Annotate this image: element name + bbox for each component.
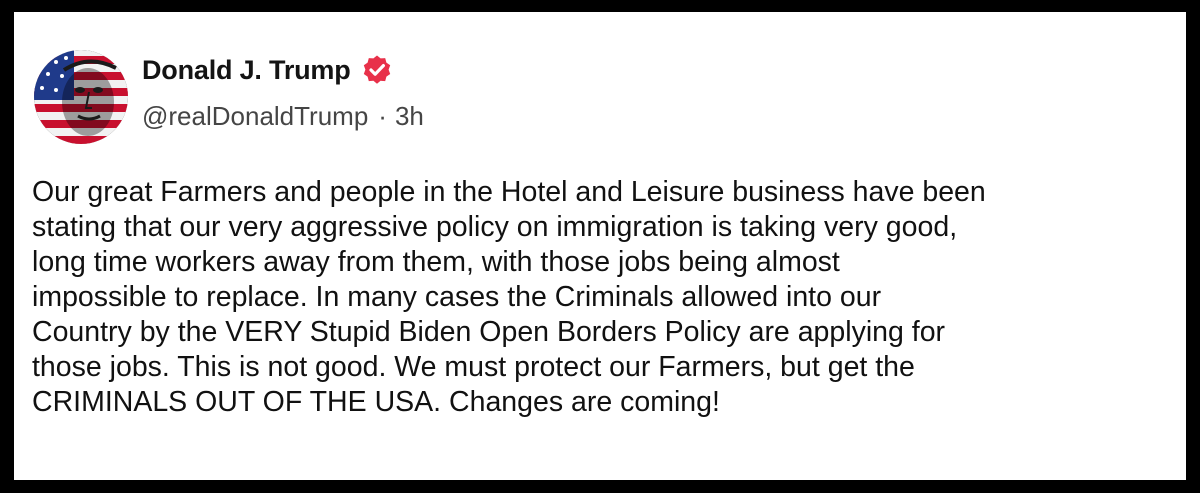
author-meta-row: @realDonaldTrump · 3h [142, 101, 424, 132]
post-timestamp[interactable]: 3h [395, 101, 424, 132]
author-handle[interactable]: @realDonaldTrump [142, 101, 368, 132]
post-body-text: Our great Farmers and people in the Hote… [32, 176, 986, 418]
author-name-row: Donald J. Trump [142, 52, 393, 88]
post-card: Donald J. Trump @realDonaldTrump · 3h Ou… [14, 12, 1186, 480]
flag-portrait-icon [34, 50, 128, 144]
meta-separator: · [378, 101, 387, 131]
verified-badge-icon [361, 54, 393, 86]
avatar[interactable] [34, 50, 128, 144]
author-display-name[interactable]: Donald J. Trump [142, 55, 351, 86]
